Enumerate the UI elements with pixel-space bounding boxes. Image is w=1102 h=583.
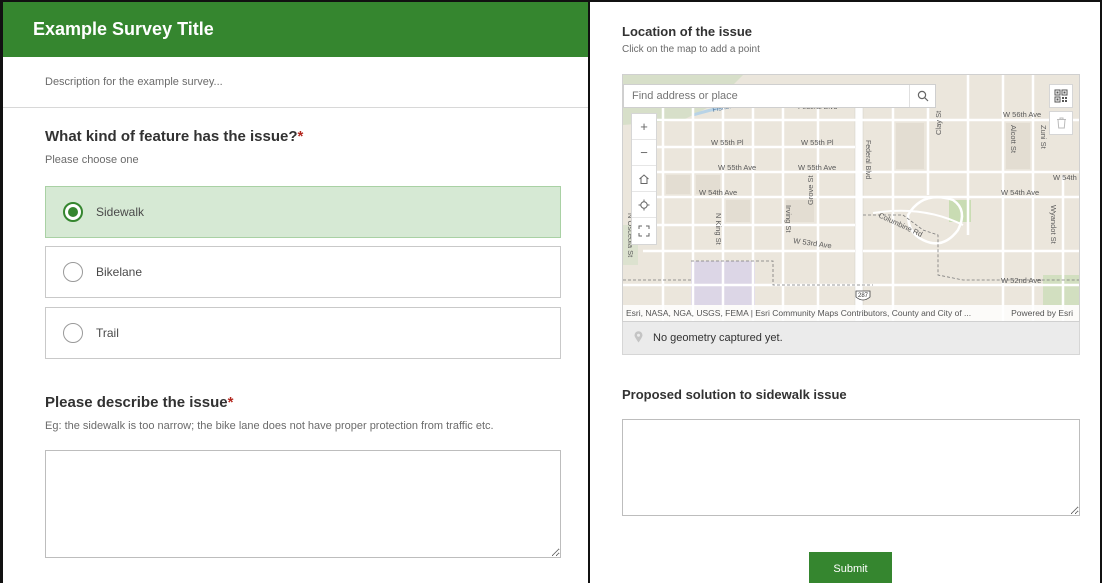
radio-option-label: Sidewalk bbox=[96, 205, 145, 219]
svg-text:W 54th Ave: W 54th Ave bbox=[699, 188, 737, 197]
svg-text:Alcott St: Alcott St bbox=[1009, 125, 1018, 154]
search-icon[interactable] bbox=[909, 85, 935, 107]
feature-question-hint: Please choose one bbox=[45, 154, 139, 166]
svg-text:Federal Blvd: Federal Blvd bbox=[864, 140, 871, 179]
map-pin-icon bbox=[634, 330, 643, 346]
powered-by-esri[interactable]: Powered by Esri bbox=[1011, 308, 1073, 318]
locate-icon[interactable] bbox=[632, 192, 656, 218]
svg-text:W 55th Ave: W 55th Ave bbox=[718, 163, 756, 172]
svg-text:Irving St: Irving St bbox=[784, 205, 793, 233]
svg-text:W 52nd Ave: W 52nd Ave bbox=[1001, 276, 1041, 285]
radio-option-label: Bikelane bbox=[96, 265, 143, 279]
radio-option-trail[interactable]: Trail bbox=[45, 307, 561, 359]
svg-text:287: 287 bbox=[858, 293, 869, 299]
map-search-input[interactable] bbox=[624, 85, 910, 107]
survey-title: Example Survey Title bbox=[33, 19, 214, 39]
describe-issue-textarea[interactable] bbox=[45, 450, 561, 558]
required-mark: * bbox=[227, 394, 234, 411]
describe-question-hint: Eg: the sidewalk is too narrow; the bike… bbox=[45, 420, 494, 432]
feature-question-label: What kind of feature has the issue?* bbox=[45, 128, 304, 145]
location-question-label: Location of the issue bbox=[622, 24, 753, 39]
submit-button[interactable]: Submit bbox=[809, 552, 892, 583]
radio-unchecked-icon[interactable] bbox=[63, 323, 83, 343]
svg-text:N King St: N King St bbox=[714, 213, 723, 246]
geometry-status-text: No geometry captured yet. bbox=[653, 332, 783, 344]
location-question-hint: Click on the map to add a point bbox=[622, 44, 760, 55]
svg-text:Wyandot St: Wyandot St bbox=[1049, 205, 1058, 245]
trash-icon[interactable] bbox=[1049, 111, 1073, 135]
survey-left-panel: Example Survey Title Description for the… bbox=[0, 0, 590, 583]
svg-text:W 54th Ave: W 54th Ave bbox=[1001, 188, 1039, 197]
svg-text:W 55th Pl: W 55th Pl bbox=[801, 138, 834, 147]
svg-text:Grove St: Grove St bbox=[806, 174, 815, 205]
required-mark: * bbox=[297, 128, 304, 145]
solution-question-label: Proposed solution to sidewalk issue bbox=[622, 387, 847, 402]
map-basemap[interactable]: Fisher Federal Blvd W 56th Ave W 55th Pl… bbox=[623, 75, 1080, 322]
fullscreen-icon[interactable] bbox=[632, 218, 656, 244]
zoom-in-icon[interactable]: + bbox=[632, 114, 656, 140]
survey-title-header: Example Survey Title bbox=[3, 2, 588, 57]
radio-checked-icon[interactable] bbox=[63, 202, 83, 222]
geometry-status-bar: No geometry captured yet. bbox=[622, 322, 1080, 355]
survey-right-panel: Location of the issue Click on the map t… bbox=[590, 0, 1102, 583]
describe-question-label: Please describe the issue* bbox=[45, 394, 234, 411]
map-search-box bbox=[623, 84, 936, 108]
location-map[interactable]: Fisher Federal Blvd W 56th Ave W 55th Pl… bbox=[622, 74, 1080, 322]
zoom-out-icon[interactable]: − bbox=[632, 140, 656, 166]
svg-text:W 56th Ave: W 56th Ave bbox=[1003, 110, 1041, 119]
survey-description: Description for the example survey... bbox=[3, 57, 588, 108]
radio-option-sidewalk[interactable]: Sidewalk bbox=[45, 186, 561, 238]
svg-text:W 55th Ave: W 55th Ave bbox=[798, 163, 836, 172]
svg-text:W 54th: W 54th bbox=[1053, 173, 1077, 182]
solution-textarea[interactable] bbox=[622, 419, 1080, 516]
home-icon[interactable] bbox=[632, 166, 656, 192]
map-toolbar: + − bbox=[631, 113, 657, 245]
svg-text:Clay St: Clay St bbox=[934, 110, 943, 135]
svg-text:W 55th Pl: W 55th Pl bbox=[711, 138, 744, 147]
qr-code-icon[interactable] bbox=[1049, 84, 1073, 108]
radio-option-bikelane[interactable]: Bikelane bbox=[45, 246, 561, 298]
map-attribution: Esri, NASA, NGA, USGS, FEMA | Esri Commu… bbox=[623, 305, 1079, 321]
radio-option-label: Trail bbox=[96, 326, 119, 340]
radio-unchecked-icon[interactable] bbox=[63, 262, 83, 282]
svg-text:Zuni St: Zuni St bbox=[1039, 125, 1048, 150]
